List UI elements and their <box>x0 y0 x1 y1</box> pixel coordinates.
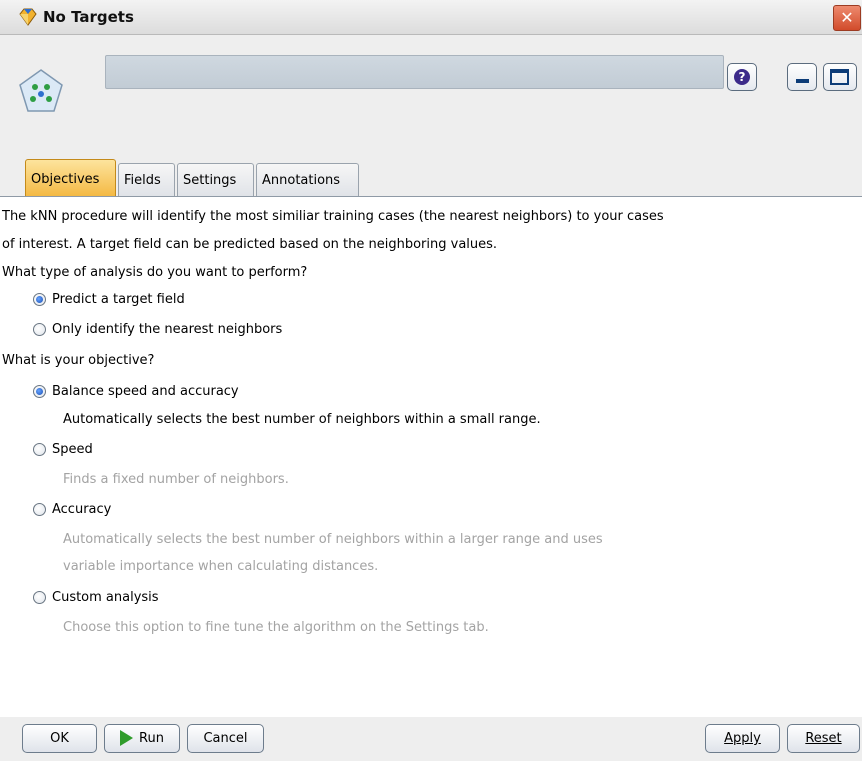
intro-text-line1: The kNN procedure will identify the most… <box>2 209 664 224</box>
accuracy-description-line2: variable importance when calculating dis… <box>63 559 379 574</box>
button-bar: OK Run Cancel Apply Reset <box>0 717 862 761</box>
maximize-icon <box>830 69 849 85</box>
knn-node-icon <box>19 69 63 112</box>
objective-question: What is your objective? <box>2 353 155 368</box>
radio-unselected-icon <box>33 443 46 456</box>
radio-unselected-icon <box>33 503 46 516</box>
radio-label: Speed <box>52 442 93 457</box>
tab-objectives[interactable]: Objectives <box>25 159 116 196</box>
reset-button[interactable]: Reset <box>787 724 860 753</box>
help-icon: ? <box>734 69 750 85</box>
intro-text-line2: of interest. A target field can be predi… <box>2 237 498 252</box>
analysis-question: What type of analysis do you want to per… <box>2 265 308 280</box>
title-bar: No Targets ✕ <box>0 0 862 35</box>
cancel-button[interactable]: Cancel <box>187 724 264 753</box>
minimize-button[interactable] <box>787 63 817 91</box>
apply-button[interactable]: Apply <box>705 724 780 753</box>
tab-settings[interactable]: Settings <box>177 163 254 196</box>
radio-selected-icon <box>33 293 46 306</box>
run-arrow-icon <box>120 729 134 746</box>
radio-custom-analysis[interactable]: Custom analysis <box>33 590 159 605</box>
maximize-button[interactable] <box>823 63 857 91</box>
minimize-icon <box>796 79 809 83</box>
node-name-field[interactable] <box>105 55 724 89</box>
help-button[interactable]: ? <box>727 63 757 91</box>
close-button[interactable]: ✕ <box>833 5 861 31</box>
run-label: Run <box>139 731 164 746</box>
radio-balance[interactable]: Balance speed and accuracy <box>33 384 239 399</box>
custom-description: Choose this option to fine tune the algo… <box>63 620 489 635</box>
speed-description: Finds a fixed number of neighbors. <box>63 472 289 487</box>
radio-label: Balance speed and accuracy <box>52 384 239 399</box>
radio-label: Predict a target field <box>52 292 185 307</box>
radio-speed[interactable]: Speed <box>33 442 93 457</box>
run-button[interactable]: Run <box>104 724 180 753</box>
accuracy-description-line1: Automatically selects the best number of… <box>63 532 603 547</box>
radio-unselected-icon <box>33 591 46 604</box>
radio-label: Custom analysis <box>52 590 159 605</box>
node-header: ? <box>0 35 862 139</box>
tab-fields[interactable]: Fields <box>118 163 175 196</box>
radio-selected-icon <box>33 385 46 398</box>
tab-annotations[interactable]: Annotations <box>256 163 359 196</box>
close-icon: ✕ <box>840 8 854 27</box>
tab-strip: Objectives Fields Settings Annotations <box>0 139 862 197</box>
reset-label: Reset <box>805 731 842 746</box>
radio-unselected-icon <box>33 323 46 336</box>
radio-accuracy[interactable]: Accuracy <box>33 502 111 517</box>
radio-label: Accuracy <box>52 502 112 517</box>
radio-identify-neighbors[interactable]: Only identify the nearest neighbors <box>33 322 282 337</box>
objectives-panel: The kNN procedure will identify the most… <box>0 197 862 717</box>
window-title: No Targets <box>43 8 134 26</box>
diamond-app-icon <box>19 8 37 26</box>
radio-label: Only identify the nearest neighbors <box>52 322 283 337</box>
apply-label: Apply <box>724 731 761 746</box>
balance-description: Automatically selects the best number of… <box>63 412 541 427</box>
radio-predict-target[interactable]: Predict a target field <box>33 292 185 307</box>
ok-button[interactable]: OK <box>22 724 97 753</box>
